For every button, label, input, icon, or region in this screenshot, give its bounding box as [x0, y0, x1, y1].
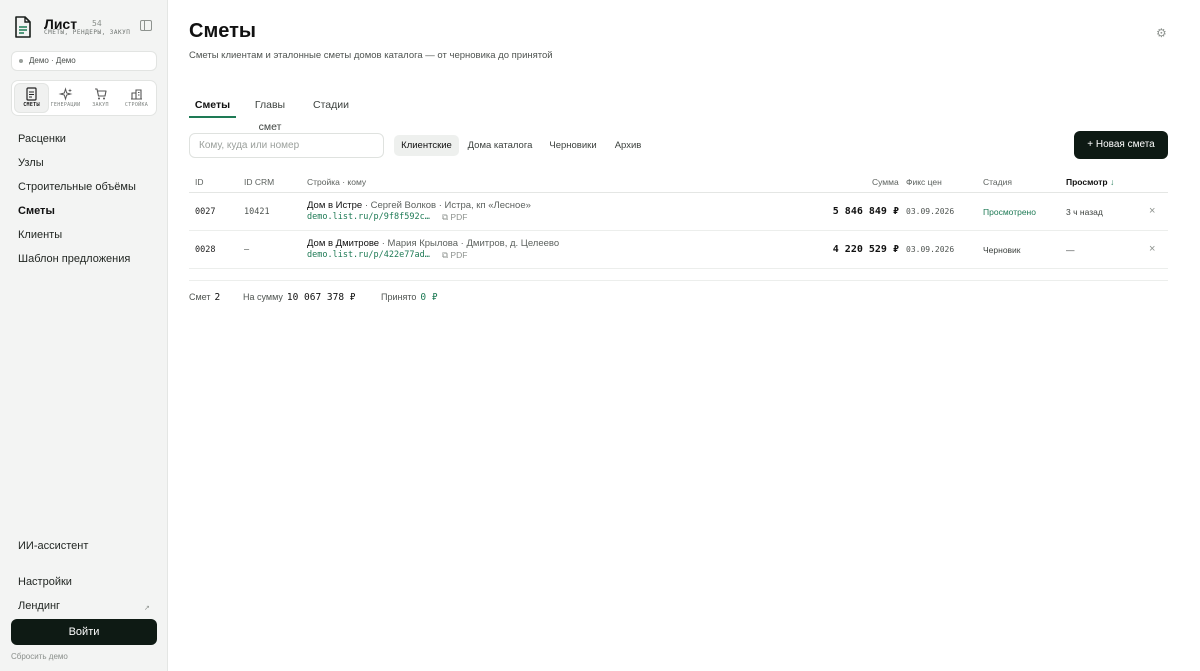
- tab-chapters[interactable]: Главы смет: [244, 94, 296, 133]
- row-pdf-link[interactable]: ⧉ PDF: [442, 250, 467, 261]
- summary-accepted: Принято 0 ₽: [381, 292, 438, 303]
- column-crm: ID CRM: [244, 177, 275, 187]
- workspace-selector[interactable]: Демо · Демо: [11, 51, 157, 71]
- row-object-name: Дом в Истре: [307, 200, 363, 211]
- row-last-view: 3 ч назад: [1066, 207, 1103, 217]
- table-row[interactable]: 0027 10421 Дом в Истре · Сергей Волков ·…: [189, 193, 1168, 231]
- mode-construction[interactable]: СТРОЙКА: [120, 84, 153, 112]
- search-input[interactable]: [189, 133, 384, 158]
- row-object: Дом в Истре · Сергей Волков · Истра, кп …: [307, 200, 531, 211]
- cart-icon: [95, 88, 107, 100]
- delete-icon[interactable]: ×: [1149, 205, 1155, 217]
- column-view-label: Просмотр: [1066, 177, 1108, 187]
- row-sum: 5 846 849 ₽: [832, 206, 899, 217]
- column-fix-price[interactable]: Фикс цен: [906, 177, 942, 187]
- summary-total: На сумму 10 067 378 ₽: [243, 292, 356, 303]
- column-stage[interactable]: Стадия: [983, 177, 1012, 187]
- mode-label: СМЕТЫ: [23, 102, 40, 108]
- sparkle-icon: [58, 87, 73, 101]
- sidebar-item-landing[interactable]: Лендинг: [18, 600, 60, 612]
- row-object: Дом в Дмитрове · Мария Крылова · Дмитров…: [307, 238, 559, 249]
- tabs: Сметы Главы смет Стадии: [189, 94, 1179, 133]
- row-crm-id: 10421: [244, 207, 270, 217]
- table-row[interactable]: 0028 – Дом в Дмитрове · Мария Крылова · …: [189, 231, 1168, 269]
- tab-stages[interactable]: Стадии: [313, 94, 349, 118]
- row-last-view: —: [1066, 245, 1075, 255]
- row-stage-badge: Черновик: [983, 245, 1021, 255]
- page-subtitle: Сметы клиентам и эталонные сметы домов к…: [189, 50, 553, 61]
- filter-archive[interactable]: Архив: [610, 135, 646, 156]
- workspace-status-dot: [19, 59, 23, 63]
- sidebar-item-rates[interactable]: Расценки: [0, 130, 168, 154]
- row-object-meta: · Мария Крылова · Дмитров, д. Целеево: [379, 238, 560, 249]
- mode-purchase[interactable]: ЗАКУП: [84, 84, 117, 112]
- summary-count: Смет 2: [189, 292, 220, 303]
- sidebar-nav: Расценки Узлы Строительные объёмы Сметы …: [0, 130, 168, 274]
- tab-estimates[interactable]: Сметы: [189, 94, 236, 118]
- brand: Лист 54 СМЕТЫ, РЕНДЕРЫ, ЗАКУП: [14, 16, 154, 42]
- sidebar-item-ai-assistant[interactable]: ИИ-ассистент: [18, 540, 88, 552]
- sidebar-item-proposal-template[interactable]: Шаблон предложения: [0, 250, 168, 274]
- row-id: 0028: [195, 245, 216, 255]
- summary-count-value: 2: [214, 292, 221, 303]
- sidebar: Лист 54 СМЕТЫ, РЕНДЕРЫ, ЗАКУП Демо · Дем…: [0, 0, 168, 671]
- sidebar-collapse-icon[interactable]: [140, 20, 152, 31]
- column-view[interactable]: Просмотр ↓: [1066, 177, 1114, 187]
- workspace-label: Демо · Демо: [29, 56, 76, 65]
- building-icon: [131, 89, 142, 100]
- mode-label: ГЕНЕРАЦИИ: [50, 102, 81, 108]
- external-link-icon: ↗: [144, 605, 150, 612]
- sidebar-item-settings[interactable]: Настройки: [18, 576, 72, 588]
- page-title: Сметы: [189, 20, 256, 42]
- row-fix-date: 03.09.2026: [906, 245, 955, 254]
- column-id: ID: [195, 177, 204, 187]
- filter-drafts[interactable]: Черновики: [545, 135, 601, 156]
- filter-catalog-houses[interactable]: Дома каталога: [465, 135, 535, 156]
- row-fix-date: 03.09.2026: [906, 207, 955, 216]
- row-crm-id: –: [244, 245, 250, 255]
- sidebar-item-volumes[interactable]: Строительные объёмы: [0, 178, 168, 202]
- sidebar-item-nodes[interactable]: Узлы: [0, 154, 168, 178]
- mode-estimates[interactable]: СМЕТЫ: [15, 84, 48, 112]
- summary-total-value: 10 067 378 ₽: [286, 292, 356, 303]
- sidebar-item-estimates[interactable]: Сметы: [0, 202, 168, 226]
- document-logo-icon: [15, 16, 31, 38]
- mode-switcher: СМЕТЫ ГЕНЕРАЦИИ ЗАКУП СТРОЙКА: [11, 80, 157, 116]
- row-object-name: Дом в Дмитрове: [307, 238, 380, 249]
- mode-generations[interactable]: ГЕНЕРАЦИИ: [49, 84, 82, 112]
- new-estimate-button[interactable]: + Новая смета: [1074, 131, 1168, 159]
- reset-demo-link[interactable]: Сбросить демо: [11, 652, 68, 661]
- brand-version: 54: [92, 19, 102, 28]
- row-sum: 4 220 529 ₽: [832, 244, 899, 255]
- summary-count-label: Смет: [189, 292, 211, 302]
- mode-label: СТРОЙКА: [124, 102, 149, 108]
- document-icon: [26, 87, 37, 101]
- login-button[interactable]: Войти: [11, 619, 157, 645]
- gear-icon[interactable]: ⚙: [1156, 26, 1167, 40]
- summary-total-label: На сумму: [243, 292, 283, 302]
- summary-accepted-value: 0 ₽: [420, 292, 438, 303]
- row-id: 0027: [195, 207, 216, 217]
- main-content: Сметы Сметы клиентам и эталонные сметы д…: [168, 0, 1200, 671]
- row-stage-badge: Просмотрено: [983, 207, 1036, 217]
- row-object-meta: · Сергей Волков · Истра, кп «Лесное»: [362, 200, 531, 211]
- row-pdf-link[interactable]: ⧉ PDF: [442, 212, 467, 223]
- filter-clients[interactable]: Клиентские: [394, 135, 459, 156]
- column-object: Стройка · кому: [307, 177, 367, 187]
- table-header: ID ID CRM Стройка · кому Сумма Фикс цен …: [189, 172, 1168, 193]
- summary-divider: [189, 280, 1168, 281]
- sidebar-item-clients[interactable]: Клиенты: [0, 226, 168, 250]
- column-sum[interactable]: Сумма: [872, 177, 899, 187]
- row-proposal-link[interactable]: demo.list.ru/p/422e77ad…: [307, 250, 430, 260]
- delete-icon[interactable]: ×: [1149, 243, 1155, 255]
- mode-label: ЗАКУП: [92, 102, 109, 108]
- row-proposal-link[interactable]: demo.list.ru/p/9f8f592c…: [307, 212, 430, 222]
- sort-down-icon: ↓: [1110, 177, 1115, 187]
- brand-subtitle: СМЕТЫ, РЕНДЕРЫ, ЗАКУП: [44, 29, 131, 36]
- summary-accepted-label: Принято: [381, 292, 417, 302]
